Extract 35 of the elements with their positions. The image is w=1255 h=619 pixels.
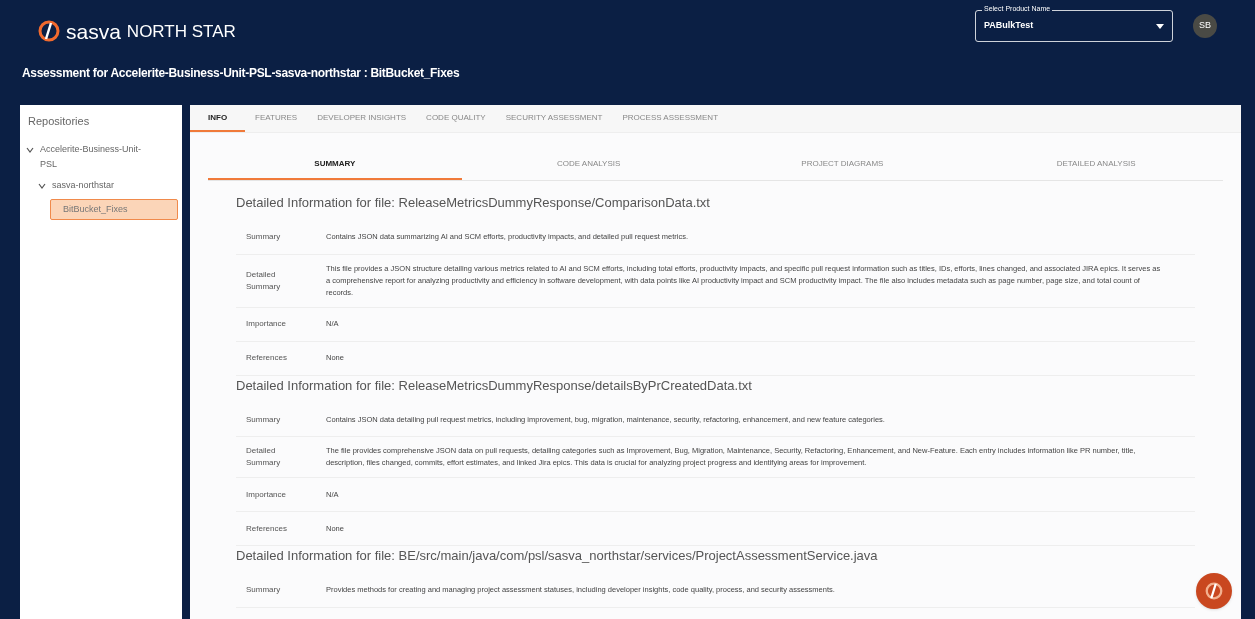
sidebar-title: Repositories bbox=[27, 114, 91, 129]
tree-item[interactable]: sasva-northstar bbox=[52, 177, 121, 193]
logo-icon bbox=[1204, 581, 1224, 601]
tab[interactable]: SECURITY ASSESSMENT bbox=[495, 105, 613, 132]
field-label: Importance bbox=[246, 318, 288, 330]
field-label: References bbox=[246, 522, 288, 535]
tab[interactable]: INFO bbox=[190, 105, 246, 132]
brand-name: sasva bbox=[66, 20, 121, 42]
sub-tab[interactable]: SUMMARY bbox=[208, 150, 462, 180]
sub-tab[interactable]: DETAILED ANALYSIS bbox=[969, 150, 1223, 180]
chevron-down-icon[interactable] bbox=[38, 181, 46, 190]
tree-item[interactable]: Accelerite-Business-Unit-PSL bbox=[40, 141, 150, 172]
sub-tab[interactable]: PROJECT DIAGRAMS bbox=[715, 150, 970, 180]
sub-tab[interactable]: CODE ANALYSIS bbox=[461, 150, 716, 180]
tab[interactable]: CODE QUALITY bbox=[416, 105, 496, 132]
field-label: Summary bbox=[246, 231, 282, 243]
file-heading: Detailed Information for file: ReleaseMetricsDummyResponse/ComparisonData.txt bbox=[236, 194, 711, 212]
file-heading: Detailed Information for file: ReleaseMetricsDummyResponse/detailsByPrCreatedData.txt bbox=[236, 376, 753, 395]
field-label: Importance bbox=[246, 488, 288, 501]
tab[interactable]: PROCESS ASSESSMENT bbox=[612, 105, 729, 132]
user-avatar[interactable]: SB bbox=[1193, 14, 1217, 38]
chevron-down-icon[interactable] bbox=[26, 145, 34, 154]
tab[interactable]: FEATURES bbox=[245, 105, 308, 132]
field-label: Summary bbox=[246, 413, 282, 426]
logo-icon bbox=[38, 20, 60, 42]
field-label: References bbox=[246, 352, 288, 364]
field-label: Detailed Summary bbox=[246, 445, 282, 469]
product-name: NORTH STAR bbox=[126, 22, 236, 40]
tree-item[interactable]: BitBucket_Fixes bbox=[50, 198, 178, 220]
tab[interactable]: DEVELOPER INSIGHTS bbox=[307, 105, 417, 132]
caret-icon bbox=[1156, 23, 1164, 29]
assessment-title: Assessment for Accelerite-Business-Unit-PSL-sasva-northstar : BitBucket_Fixes bbox=[22, 65, 460, 82]
field-label: Detailed Summary bbox=[246, 268, 282, 293]
file-heading: Detailed Information for file: BE/src/main/java/com/psl/sasva_northstar/services/ProjectAssessmentService.java bbox=[236, 547, 879, 565]
field-label: Summary bbox=[246, 584, 282, 596]
